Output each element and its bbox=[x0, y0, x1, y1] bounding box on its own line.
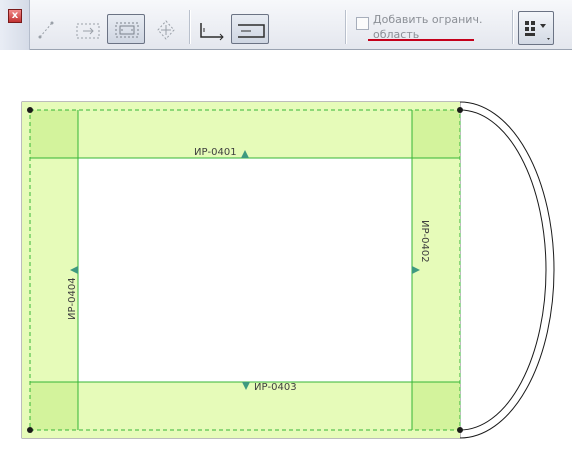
zone-label-bottom: ИР-0403 bbox=[254, 382, 297, 393]
corner-cell bbox=[412, 110, 460, 158]
corner-right-button[interactable] bbox=[231, 14, 269, 44]
toolbar-separator bbox=[345, 10, 346, 44]
offset-both-icon bbox=[115, 22, 139, 38]
add-boundary-label[interactable]: Добавить огранич. область bbox=[373, 12, 493, 42]
offset-inside-icon bbox=[76, 23, 100, 39]
zone-label-top: ИР-0401 bbox=[194, 147, 237, 158]
arc-wall-inner bbox=[459, 109, 547, 431]
underline-marker bbox=[368, 39, 474, 41]
toolbar-grip[interactable]: x bbox=[0, 0, 30, 50]
options-menu-button[interactable] bbox=[518, 11, 554, 45]
toolbar-separator bbox=[512, 10, 513, 44]
zone-label-left: ИР-0404 bbox=[67, 277, 78, 320]
no-offset-icon bbox=[38, 21, 54, 39]
close-icon[interactable]: x bbox=[8, 9, 22, 23]
offset-center-icon bbox=[157, 20, 175, 40]
options-menu-icon bbox=[525, 21, 550, 40]
zone-label-right: ИР-0402 bbox=[419, 220, 430, 263]
no-offset-button[interactable] bbox=[30, 14, 68, 44]
corner-cell bbox=[30, 382, 78, 430]
corner-cell bbox=[412, 382, 460, 430]
toolbar: x Добавить огранич. область bbox=[0, 0, 572, 50]
floor-plan-canvas[interactable]: ИР-0401 ИР-0403 ИР-0402 ИР-0404 bbox=[0, 50, 572, 460]
corner-right-icon bbox=[238, 24, 265, 38]
offset-both-button[interactable] bbox=[107, 14, 145, 44]
corner-left-button[interactable] bbox=[193, 14, 231, 44]
offset-inside-button[interactable] bbox=[68, 14, 106, 44]
offset-center-button[interactable] bbox=[146, 14, 184, 44]
arc-wall-outer bbox=[459, 101, 555, 439]
corner-left-icon bbox=[200, 23, 224, 41]
toolbar-separator bbox=[189, 10, 190, 44]
corner-cell bbox=[30, 110, 78, 158]
add-boundary-checkbox[interactable] bbox=[356, 17, 369, 30]
